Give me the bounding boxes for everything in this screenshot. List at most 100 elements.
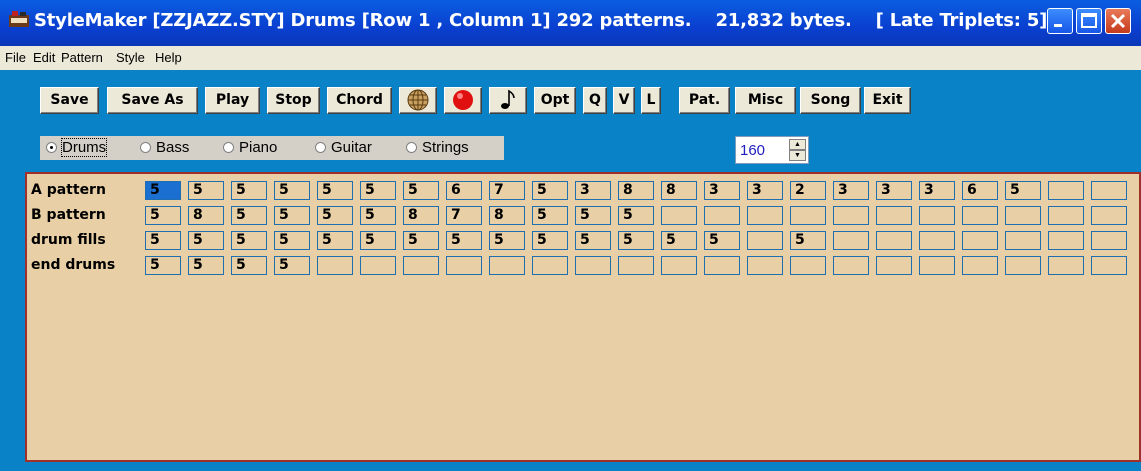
pattern-cell[interactable]: [1048, 181, 1084, 200]
radio-strings[interactable]: Strings: [406, 139, 469, 156]
pattern-cell[interactable]: 3: [919, 181, 955, 200]
pattern-cell[interactable]: 5: [274, 256, 310, 275]
pattern-cell[interactable]: [661, 256, 697, 275]
pattern-cell[interactable]: 5: [274, 206, 310, 225]
pattern-cell[interactable]: 5: [575, 231, 611, 250]
pattern-cell[interactable]: [833, 231, 869, 250]
pattern-cell[interactable]: [962, 231, 998, 250]
pattern-cell[interactable]: [661, 206, 697, 225]
pattern-cell[interactable]: 5: [403, 181, 439, 200]
pattern-cell[interactable]: 5: [274, 231, 310, 250]
maximize-button[interactable]: [1076, 8, 1102, 34]
pattern-cell[interactable]: 5: [360, 206, 396, 225]
globe-button[interactable]: [399, 87, 437, 114]
pattern-cell[interactable]: [962, 206, 998, 225]
minimize-button[interactable]: [1047, 8, 1073, 34]
pattern-cell[interactable]: [919, 256, 955, 275]
play-button[interactable]: Play: [205, 87, 260, 114]
pattern-cell[interactable]: 5: [618, 206, 654, 225]
pattern-cell[interactable]: [919, 231, 955, 250]
pattern-cell[interactable]: [747, 256, 783, 275]
pattern-cell[interactable]: 3: [833, 181, 869, 200]
pattern-cell[interactable]: 5: [274, 181, 310, 200]
pattern-cell[interactable]: [446, 256, 482, 275]
pattern-cell[interactable]: 5: [231, 231, 267, 250]
pattern-cell[interactable]: [1091, 206, 1127, 225]
pattern-cell[interactable]: 3: [704, 181, 740, 200]
pattern-cell[interactable]: 5: [231, 256, 267, 275]
misc-button[interactable]: Misc: [735, 87, 796, 114]
pattern-cell[interactable]: 5: [317, 206, 353, 225]
pattern-cell[interactable]: 5: [661, 231, 697, 250]
pattern-cell[interactable]: 5: [446, 231, 482, 250]
radio-piano[interactable]: Piano: [223, 139, 277, 156]
pattern-cell[interactable]: 5: [1005, 181, 1041, 200]
pattern-cell[interactable]: 5: [231, 206, 267, 225]
save-button[interactable]: Save: [40, 87, 99, 114]
pattern-cell[interactable]: 5: [790, 231, 826, 250]
menu-pattern[interactable]: Pattern: [61, 50, 103, 65]
pattern-cell[interactable]: 6: [446, 181, 482, 200]
pattern-cell[interactable]: [876, 231, 912, 250]
pattern-cell[interactable]: [747, 206, 783, 225]
pattern-cell[interactable]: 5: [317, 181, 353, 200]
spinner-up-button[interactable]: ▲: [789, 139, 806, 150]
pattern-cell[interactable]: [403, 256, 439, 275]
pattern-cell[interactable]: 5: [145, 231, 181, 250]
q-button[interactable]: Q: [583, 87, 607, 114]
pattern-cell[interactable]: 5: [360, 181, 396, 200]
pattern-cell[interactable]: 3: [876, 181, 912, 200]
opt-button[interactable]: Opt: [534, 87, 576, 114]
pattern-cell[interactable]: [532, 256, 568, 275]
pattern-cell[interactable]: [1005, 256, 1041, 275]
pattern-cell[interactable]: 5: [575, 206, 611, 225]
pattern-cell[interactable]: 7: [489, 181, 525, 200]
pattern-cell[interactable]: 5: [145, 181, 181, 200]
pattern-cell[interactable]: [790, 256, 826, 275]
pattern-cell[interactable]: 8: [489, 206, 525, 225]
pattern-cell[interactable]: [575, 256, 611, 275]
pattern-cell[interactable]: 5: [532, 231, 568, 250]
pat-button[interactable]: Pat.: [679, 87, 730, 114]
save-as-button[interactable]: Save As: [107, 87, 198, 114]
pattern-cell[interactable]: [876, 206, 912, 225]
pattern-cell[interactable]: [962, 256, 998, 275]
pattern-cell[interactable]: 5: [489, 231, 525, 250]
pattern-cell[interactable]: [1048, 231, 1084, 250]
spinner-down-button[interactable]: ▼: [789, 150, 806, 161]
pattern-cell[interactable]: [489, 256, 525, 275]
pattern-cell[interactable]: 5: [317, 231, 353, 250]
pattern-cell[interactable]: [1048, 256, 1084, 275]
pattern-cell[interactable]: [1091, 256, 1127, 275]
v-button[interactable]: V: [613, 87, 635, 114]
pattern-cell[interactable]: [1091, 181, 1127, 200]
pattern-cell[interactable]: 5: [145, 206, 181, 225]
pattern-cell[interactable]: 2: [790, 181, 826, 200]
exit-button[interactable]: Exit: [864, 87, 911, 114]
pattern-cell[interactable]: [1005, 206, 1041, 225]
note-button[interactable]: [489, 87, 527, 114]
pattern-cell[interactable]: [704, 256, 740, 275]
radio-guitar[interactable]: Guitar: [315, 139, 372, 156]
menu-style[interactable]: Style: [116, 50, 145, 65]
pattern-cell[interactable]: 5: [231, 181, 267, 200]
pattern-cell[interactable]: 5: [618, 231, 654, 250]
pattern-cell[interactable]: 5: [188, 181, 224, 200]
pattern-cell[interactable]: [360, 256, 396, 275]
pattern-cell[interactable]: [833, 206, 869, 225]
pattern-cell[interactable]: [1048, 206, 1084, 225]
pattern-cell[interactable]: 8: [661, 181, 697, 200]
pattern-cell[interactable]: [317, 256, 353, 275]
pattern-cell[interactable]: [876, 256, 912, 275]
pattern-cell[interactable]: 3: [575, 181, 611, 200]
pattern-cell[interactable]: 5: [360, 231, 396, 250]
record-button[interactable]: [444, 87, 482, 114]
pattern-cell[interactable]: 5: [188, 231, 224, 250]
pattern-cell[interactable]: 5: [704, 231, 740, 250]
l-button[interactable]: L: [641, 87, 661, 114]
chord-button[interactable]: Chord: [327, 87, 392, 114]
radio-drums[interactable]: Drums: [46, 138, 108, 157]
pattern-cell[interactable]: [618, 256, 654, 275]
menu-edit[interactable]: Edit: [33, 50, 55, 65]
pattern-cell[interactable]: [1091, 231, 1127, 250]
